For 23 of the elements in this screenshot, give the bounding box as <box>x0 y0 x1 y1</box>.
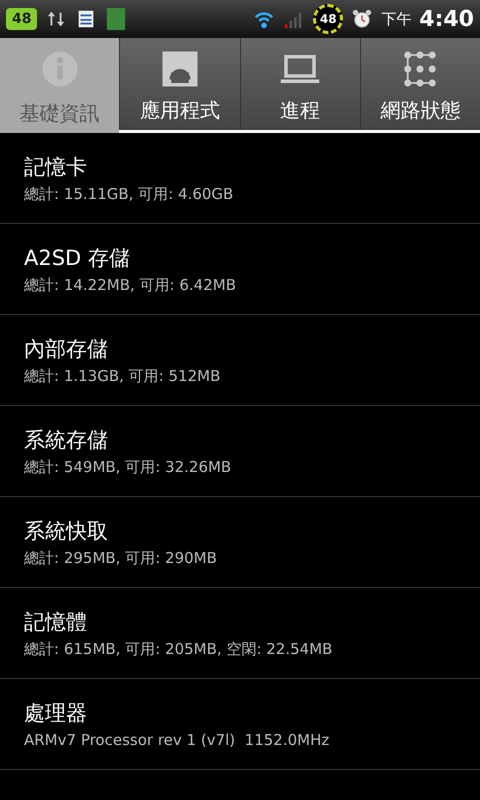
item-detail: ARMv7 Processor rev 1 (v7l) 1152.0MHz <box>24 731 330 749</box>
item-title: 系統快取 <box>24 518 109 544</box>
clock-time: 4:40 <box>419 6 474 32</box>
alarm-clock-icon <box>351 8 374 30</box>
time-period: 下午 <box>381 10 412 28</box>
item-title: 系統存儲 <box>24 426 109 454</box>
item-detail: 總計: 1.13GB, 可用: 512MB <box>24 366 222 386</box>
item-title: A2SD 存儲 <box>24 244 131 272</box>
tab[interactable]: 網路狀態 <box>360 38 480 130</box>
battery-badge: 48 <box>6 8 38 30</box>
item-detail: 總計: 615MB, 可用: 205MB, 空閑: 22.54MB <box>24 640 334 658</box>
item-detail: 總計: 15.11GB, 可用: 4.60GB <box>24 184 234 204</box>
item-title: 記憶卡 <box>24 154 88 180</box>
item-detail: 總計: 14.22MB, 可用: 6.42MB <box>24 276 237 294</box>
tab[interactable]: 應用程式 <box>119 38 240 130</box>
tab[interactable]: 進程 <box>240 38 360 130</box>
battery-gauge: 48 <box>313 4 344 34</box>
item-title: 內部存儲 <box>24 336 109 362</box>
item-detail: 總計: 295MB, 可用: 290MB <box>24 548 218 568</box>
item-title: 處理器 <box>24 700 88 727</box>
item-detail: 總計: 549MB, 可用: 32.26MB <box>24 458 232 476</box>
square-icon <box>105 8 128 30</box>
item-title: 記憶體 <box>24 608 88 636</box>
